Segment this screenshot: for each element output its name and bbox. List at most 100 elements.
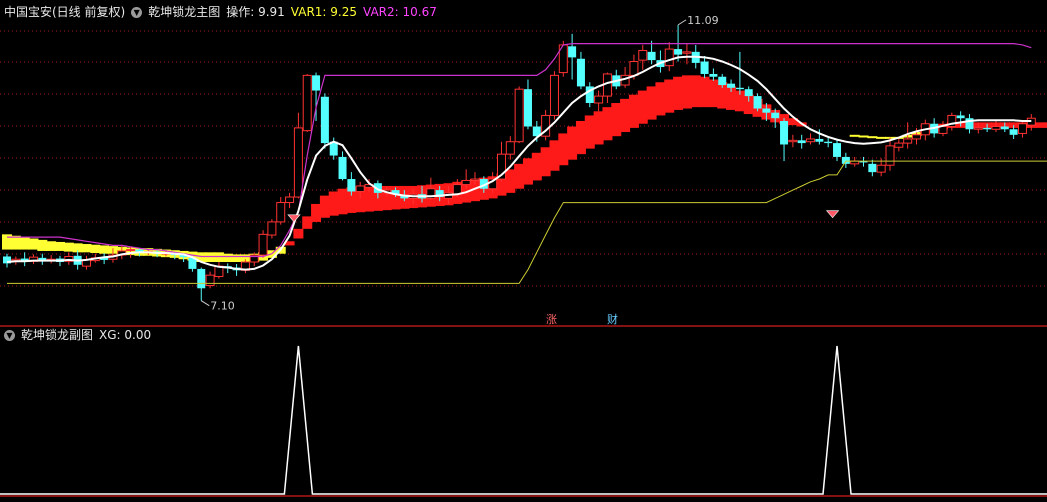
- candlestick: [205, 271, 215, 289]
- candle-body: [753, 96, 762, 109]
- var1-readout: VAR1: 9.25: [290, 5, 357, 19]
- candle-body: [514, 88, 524, 143]
- op-label: 操作: [226, 5, 251, 19]
- candlestick: [780, 118, 789, 162]
- ribbon-bar: [549, 140, 560, 171]
- candlestick: [1017, 120, 1027, 138]
- candlestick: [568, 33, 577, 80]
- chart-canvas[interactable]: 11.09 7.10: [0, 0, 1047, 498]
- ribbon-bar: [311, 203, 322, 222]
- candle-layer: [3, 24, 1036, 301]
- candle-body: [991, 126, 1001, 130]
- ribbon-bar: [505, 169, 516, 193]
- cai-badge[interactable]: 财: [607, 313, 618, 327]
- candlestick: [214, 262, 224, 279]
- diamond-signal-icon: [825, 210, 840, 219]
- ribbon-bar: [620, 98, 631, 133]
- candlestick: [788, 134, 798, 148]
- candlestick: [293, 112, 303, 199]
- candlestick: [3, 253, 11, 268]
- candle-body: [841, 156, 850, 164]
- candlestick: [797, 134, 806, 149]
- ribbon-bar: [593, 111, 604, 145]
- ribbon-bar: [46, 241, 57, 251]
- candlestick: [700, 55, 709, 79]
- candle-body: [938, 126, 948, 134]
- candlestick: [38, 253, 47, 265]
- candle-body: [700, 61, 709, 74]
- candle-body: [470, 178, 480, 181]
- ribbon-bar: [54, 241, 65, 251]
- xg-readout: XG: 0.00: [99, 328, 152, 342]
- ribbon-bar: [514, 163, 525, 189]
- candle-body: [771, 112, 780, 119]
- candlestick: [833, 138, 842, 162]
- dropdown-circle-icon[interactable]: ▼: [4, 329, 15, 341]
- ribbon-bar: [81, 244, 92, 253]
- main-indicator-name[interactable]: 乾坤锁龙主图: [148, 4, 220, 20]
- candlestick: [81, 255, 91, 270]
- main-panel-header: 中国宝安(日线 前复权) ▼ 乾坤锁龙主图 操作: 9.91 VAR1: 9.2…: [4, 4, 437, 20]
- ribbon-bar: [222, 253, 233, 263]
- candlestick: [20, 252, 29, 267]
- zhang-badge[interactable]: 涨: [546, 313, 557, 327]
- candle-body: [911, 134, 921, 140]
- ribbon-bar: [302, 216, 313, 229]
- candlestick: [338, 151, 347, 181]
- op-value: 9.91: [258, 5, 285, 19]
- candle-body: [797, 140, 806, 144]
- candle-body: [762, 108, 771, 113]
- candlestick: [46, 255, 56, 264]
- candle-body: [568, 46, 577, 58]
- chart-stage: 11.09 7.10 中国宝安(日线 前复权) ▼ 乾坤锁龙主图 操作: 9.91…: [0, 0, 1047, 498]
- sub-indicator-name[interactable]: 乾坤锁龙副图: [21, 327, 93, 343]
- ribbon-bar: [63, 242, 74, 252]
- candlestick: [850, 156, 860, 167]
- candle-body: [302, 74, 312, 132]
- candle-body: [876, 164, 886, 173]
- ribbon-bar: [213, 252, 224, 263]
- candlestick: [258, 230, 268, 258]
- candle-body: [744, 89, 753, 97]
- candle-body: [197, 268, 206, 289]
- candlestick: [602, 72, 612, 104]
- ribbon-bar: [602, 107, 613, 141]
- candlestick: [64, 252, 74, 265]
- candlestick: [585, 82, 594, 108]
- candlestick: [638, 44, 648, 70]
- ribbon-bar: [567, 126, 578, 160]
- candlestick: [885, 137, 895, 171]
- candlestick: [285, 192, 295, 209]
- candlestick: [541, 109, 551, 141]
- sub-panel-header: ▼ 乾坤锁龙副图 XG: 0.00: [4, 327, 151, 343]
- candlestick: [505, 136, 515, 160]
- diamond-signal-icon: [287, 214, 301, 223]
- candle-body: [647, 51, 656, 61]
- candle-body: [815, 138, 824, 142]
- candle-body: [338, 156, 347, 180]
- candle-body: [903, 138, 913, 144]
- candle-body: [1017, 123, 1027, 134]
- candle-body: [638, 49, 648, 61]
- candle-body: [824, 141, 833, 144]
- candle-body: [320, 96, 329, 144]
- candle-body: [126, 249, 136, 252]
- candlestick: [1026, 114, 1036, 131]
- candle-body: [973, 127, 983, 130]
- ribbon-bar: [867, 136, 878, 139]
- candlestick: [735, 51, 744, 95]
- var1-label: VAR1: [290, 5, 323, 19]
- ribbon-bar: [628, 94, 639, 128]
- ribbon-bar: [646, 86, 657, 120]
- candlestick: [267, 219, 277, 239]
- var2-readout: VAR2: 10.67: [363, 5, 437, 19]
- candle-body: [868, 163, 877, 173]
- stock-title[interactable]: 中国宝安(日线 前复权): [4, 4, 125, 20]
- candle-body: [276, 202, 286, 223]
- var2-label: VAR2: [363, 5, 395, 19]
- ribbon-bar: [575, 120, 586, 155]
- dropdown-circle-icon[interactable]: ▼: [131, 6, 143, 18]
- candle-body: [735, 87, 744, 90]
- candlestick: [514, 86, 524, 144]
- ribbon-bar: [673, 76, 684, 110]
